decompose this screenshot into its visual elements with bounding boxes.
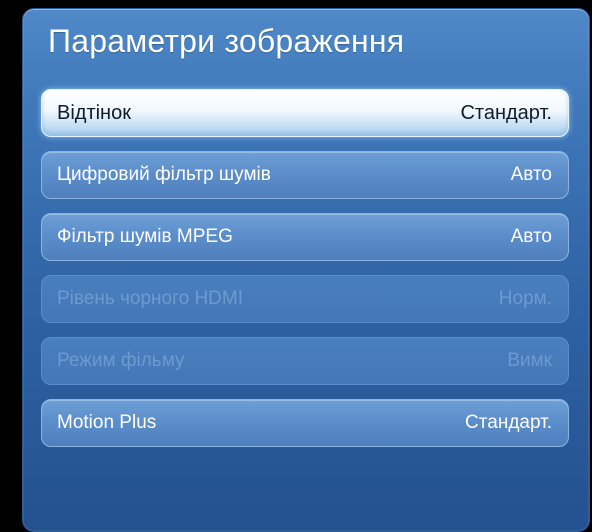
menu-item-label: Motion Plus [57,412,157,433]
menu-item-value: Авто [510,164,552,185]
menu-item-digital-noise-filter[interactable]: Цифровий фільтр шумів Авто [41,151,569,199]
menu-item-hdmi-black-level: Рівень чорного HDMI Норм. [41,275,569,323]
panel-title: Параметри зображення [48,23,405,59]
menu-item-label: Фільтр шумів MPEG [57,226,233,247]
menu-item-label: Відтінок [57,101,131,124]
menu-item-label: Цифровий фільтр шумів [57,164,271,185]
menu-item-motion-plus[interactable]: Motion Plus Стандарт. [41,399,569,447]
menu-item-film-mode: Режим фільму Вимк [41,337,569,385]
picture-options-panel: Параметри зображення Відтінок Стандарт. … [22,8,590,532]
menu-item-tint[interactable]: Відтінок Стандарт. [41,89,569,137]
menu-item-value: Вимк [507,350,552,371]
menu-item-value: Стандарт. [465,412,552,433]
menu-item-value: Норм. [498,288,552,309]
menu-item-value: Стандарт. [460,101,552,124]
menu-item-label: Рівень чорного HDMI [57,288,244,309]
options-menu: Відтінок Стандарт. Цифровий фільтр шумів… [41,89,569,461]
menu-item-label: Режим фільму [57,350,185,371]
menu-item-mpeg-noise-filter[interactable]: Фільтр шумів MPEG Авто [41,213,569,261]
menu-item-value: Авто [510,226,552,247]
